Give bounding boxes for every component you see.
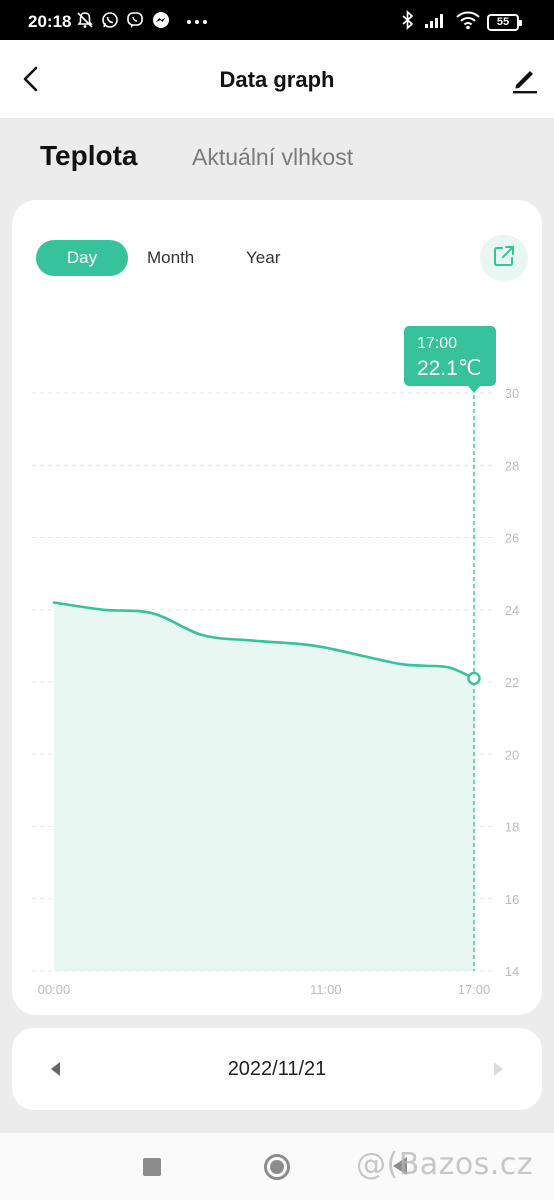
tooltip-pointer — [468, 386, 480, 393]
tab-teplota[interactable]: Teplota — [40, 140, 137, 172]
bell-off-icon — [76, 11, 94, 29]
y-tick-label: 18 — [505, 820, 519, 835]
y-tick-label: 16 — [505, 892, 519, 907]
whatsapp-icon — [101, 11, 119, 29]
export-button[interactable] — [480, 235, 528, 281]
signal-icon — [424, 11, 448, 29]
tooltip-value: 22.1℃ — [417, 357, 481, 380]
temperature-chart[interactable]: 14 16 18 20 22 24 26 28 30 17:00 22.1℃ 00:00 11:00 17… — [12, 200, 542, 1015]
x-tick-label: 11:00 — [310, 982, 342, 997]
period-day-button[interactable]: Day — [36, 240, 128, 276]
selected-date: 2022/11/21 — [227, 1058, 327, 1080]
period-year-button[interactable]: Year — [246, 248, 280, 268]
recent-apps-icon[interactable] — [143, 1158, 161, 1176]
y-tick-label: 14 — [505, 964, 519, 979]
wifi-icon — [455, 11, 481, 30]
pencil-icon[interactable] — [508, 62, 542, 96]
battery-level: 55 — [496, 16, 510, 28]
home-icon[interactable] — [264, 1154, 290, 1180]
y-tick-label: 24 — [505, 603, 519, 618]
status-bar: 20:18 55 — [0, 0, 554, 40]
status-time: 20:18 — [28, 12, 72, 31]
app-header: Data graph — [0, 40, 554, 118]
highlight-point — [467, 671, 481, 686]
chart-card: 14 16 18 20 22 24 26 28 30 17:00 22.1℃ 00:00 11:00 17… — [12, 200, 542, 1015]
y-tick-label: 30 — [505, 386, 519, 401]
external-link-icon — [492, 244, 516, 273]
viber-icon — [126, 11, 144, 29]
triangle-right-icon[interactable] — [490, 1060, 506, 1078]
more-dots-icon — [186, 11, 208, 29]
watermark: @(Bazos.cz — [356, 1147, 534, 1182]
y-tick-label: 22 — [505, 675, 519, 690]
x-tick-label: 17:00 — [458, 982, 491, 997]
system-nav-bar: @(Bazos.cz — [0, 1133, 554, 1200]
y-tick-label: 28 — [505, 458, 519, 473]
tooltip-time: 17:00 — [417, 335, 457, 352]
date-navigator: 2022/11/21 — [12, 1028, 542, 1110]
page-title: Data graph — [219, 67, 335, 92]
x-tick-label: 00:00 — [38, 982, 71, 997]
series-area — [54, 602, 474, 971]
battery-icon: 55 — [487, 14, 522, 31]
messenger-icon — [152, 11, 170, 29]
period-month-button[interactable]: Month — [147, 248, 194, 268]
y-tick-label: 26 — [505, 531, 519, 546]
bluetooth-icon — [401, 10, 415, 30]
tab-aktualni-vlhkost[interactable]: Aktuální vlhkost — [192, 144, 353, 171]
y-tick-label: 20 — [505, 747, 519, 762]
